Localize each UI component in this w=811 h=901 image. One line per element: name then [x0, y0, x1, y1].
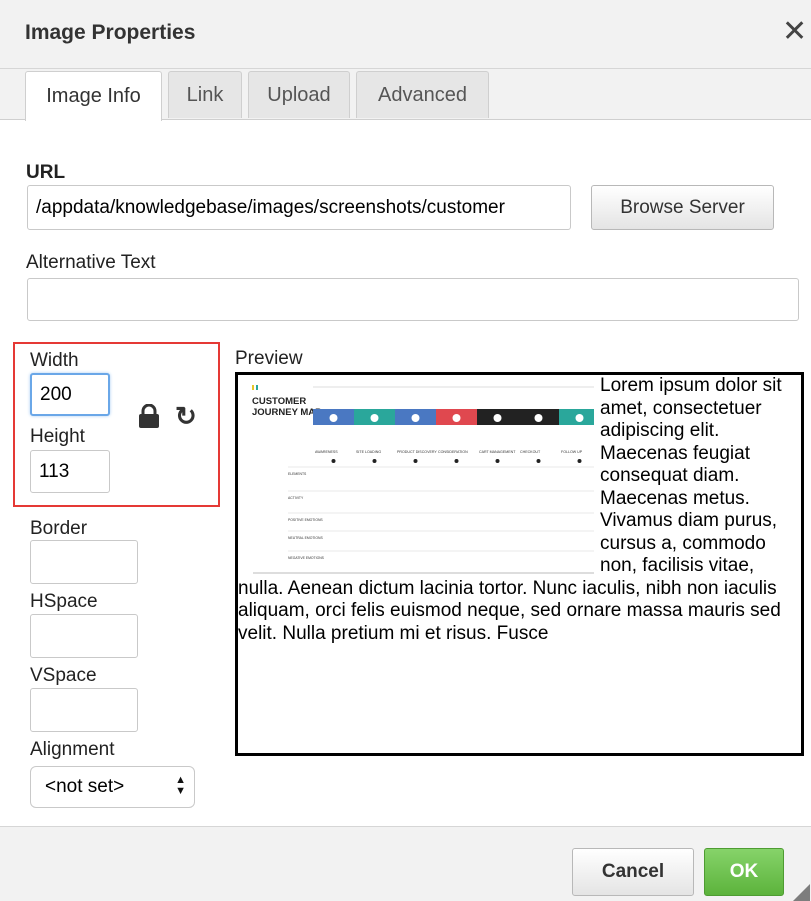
lock-icon[interactable] [138, 404, 160, 428]
stage-dot [372, 459, 377, 463]
alt-text-label: Alternative Text [26, 252, 156, 273]
row-label: ELEMENTS [288, 472, 307, 476]
dialog-titlebar: Image Properties ✕ [0, 0, 811, 69]
stage-label: CART MANAGEMENT [479, 450, 516, 454]
stage-label: PRODUCT DISCOVERY [397, 450, 437, 454]
tab-image-info[interactable]: Image Info [25, 71, 162, 121]
tab-upload[interactable]: Upload [248, 71, 350, 118]
preview-image: CUSTOMER JOURNEY MAP AWARENESS SITE LOADI… [238, 375, 594, 576]
thumb-title-line2: JOURNEY MAP [252, 407, 322, 418]
thumb-title-line1: CUSTOMER [252, 396, 306, 407]
stage-avatar [575, 414, 584, 422]
stage-label: CHECKOUT [520, 450, 541, 454]
resize-grip-icon[interactable] [793, 884, 810, 901]
row-label: NEGATIVE EMOTIONS [288, 556, 325, 560]
vspace-label: VSpace [30, 665, 97, 686]
stage-avatar [370, 414, 379, 422]
reset-size-icon[interactable]: ↻ [175, 401, 197, 432]
tab-strip: Image Info Link Upload Advanced [0, 69, 811, 121]
stage-dot [495, 459, 500, 463]
stage-avatar [329, 414, 338, 422]
stage-avatar [534, 414, 543, 422]
cancel-button[interactable]: Cancel [572, 848, 694, 896]
border-label: Border [30, 518, 88, 539]
tab-advanced[interactable]: Advanced [356, 71, 489, 118]
browse-server-button[interactable]: Browse Server [591, 185, 774, 230]
close-icon[interactable]: ✕ [782, 14, 807, 49]
row-label: ACTIVITY [288, 496, 304, 500]
alignment-value: <not set> [45, 776, 125, 797]
select-arrows-icon: ▲ ▼ [175, 774, 186, 797]
hspace-label: HSpace [30, 591, 98, 612]
alignment-select[interactable]: <not set> ▲ ▼ [30, 766, 195, 808]
url-input[interactable]: /appdata/knowledgebase/images/screenshot… [27, 185, 571, 230]
dialog-title: Image Properties [25, 21, 196, 44]
stage-avatar [452, 414, 461, 422]
stage-label: FOLLOW UP [561, 450, 583, 454]
row-label: NEUTRAL EMOTIONS [288, 536, 323, 540]
stage-label: SITE LOADING [356, 450, 381, 454]
tab-link[interactable]: Link [168, 71, 242, 118]
dialog-footer: Cancel OK [0, 826, 811, 901]
vspace-input[interactable] [30, 688, 138, 732]
width-label: Width [30, 350, 79, 371]
stage-label: AWARENESS [315, 450, 338, 454]
stage-dot [577, 459, 582, 463]
row-label: POSITIVE EMOTIONS [288, 518, 323, 522]
height-label: Height [30, 426, 85, 447]
alignment-label: Alignment [30, 739, 115, 760]
height-input[interactable] [30, 450, 110, 493]
stage-dot [536, 459, 541, 463]
url-label: URL [26, 162, 66, 183]
preview-label: Preview [235, 348, 303, 369]
stage-dot [331, 459, 336, 463]
stage-label: CONSIDERATION [438, 450, 468, 454]
alt-text-input[interactable] [27, 278, 799, 321]
hspace-input[interactable] [30, 614, 138, 658]
width-input[interactable] [30, 373, 110, 416]
preview-pane: CUSTOMER JOURNEY MAP AWARENESS SITE LOADI… [235, 372, 804, 756]
stage-dot [413, 459, 418, 463]
stage-dot [454, 459, 459, 463]
stage-avatar [493, 414, 502, 422]
ok-button[interactable]: OK [704, 848, 784, 896]
journey-map-thumbnail: CUSTOMER JOURNEY MAP AWARENESS SITE LOADI… [252, 385, 594, 574]
stage-avatar [411, 414, 420, 422]
border-input[interactable] [30, 540, 138, 584]
